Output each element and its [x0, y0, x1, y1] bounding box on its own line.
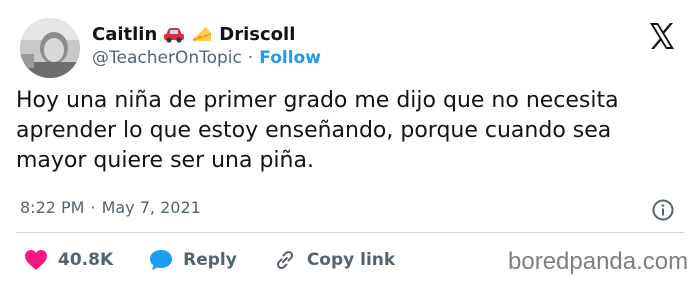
copy-link-button[interactable]: Copy link — [273, 248, 395, 272]
cheese-emoji-icon — [191, 24, 213, 44]
tweet-time: 8:22 PM — [20, 198, 85, 217]
car-emoji-icon — [163, 24, 185, 44]
heart-icon — [25, 250, 47, 270]
like-button[interactable]: 40.8K — [24, 249, 113, 271]
divider — [16, 232, 684, 233]
watermark: boredpanda.com — [508, 248, 689, 275]
tweet-text: Hoy una niña de primer grado me dijo que… — [16, 88, 619, 173]
handle-separator: · — [247, 48, 254, 68]
link-icon — [276, 250, 293, 270]
author-handle-row: @TeacherOnTopic · Follow — [92, 48, 321, 68]
tweet-timestamp[interactable]: 8:22 PM · May 7, 2021 — [20, 198, 201, 217]
tweet-card: Caitlin Driscoll @TeacherOnTopic · Follo… — [0, 0, 700, 287]
avatar[interactable] — [20, 18, 80, 78]
follow-button[interactable]: Follow — [259, 48, 321, 68]
action-bar: 40.8K Reply Copy link — [24, 246, 431, 274]
author-name-first[interactable]: Caitlin — [92, 24, 157, 45]
author-name-row: Caitlin Driscoll — [92, 20, 295, 48]
reply-label: Reply — [183, 250, 237, 270]
tweet-date: May 7, 2021 — [101, 198, 201, 217]
copy-link-label: Copy link — [306, 250, 396, 270]
author-handle[interactable]: @TeacherOnTopic — [92, 48, 242, 68]
x-logo-icon[interactable] — [646, 20, 678, 52]
info-icon[interactable] — [651, 198, 675, 222]
author-name-last[interactable]: Driscoll — [219, 24, 295, 45]
reply-button[interactable]: Reply — [149, 249, 237, 271]
like-count: 40.8K — [58, 250, 114, 270]
reply-bubble-icon — [150, 250, 173, 270]
timestamp-separator: · — [90, 198, 96, 217]
